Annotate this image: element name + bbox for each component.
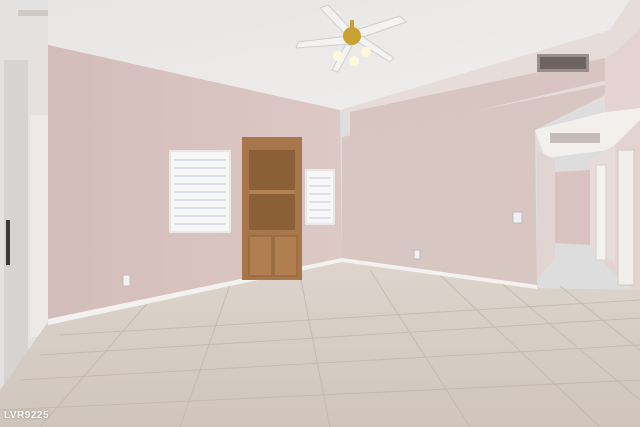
cabinet-shelf bbox=[249, 190, 295, 194]
hall-back-wall bbox=[555, 170, 590, 245]
photo-watermark: LVR9225 bbox=[4, 410, 50, 421]
outlet-left bbox=[122, 274, 131, 287]
hall-vent bbox=[550, 133, 600, 143]
curtain-rod bbox=[18, 10, 48, 16]
cabinet-door-right bbox=[273, 235, 298, 277]
hall-door-2 bbox=[595, 164, 607, 261]
light-switch bbox=[512, 211, 523, 224]
cabinet-door-left bbox=[248, 235, 273, 277]
outlet-back bbox=[413, 249, 421, 260]
room-photo bbox=[0, 0, 640, 427]
door-frame bbox=[30, 115, 48, 337]
hall-door bbox=[617, 149, 635, 286]
ceiling-vent-inner bbox=[540, 57, 586, 69]
hall-left-wall bbox=[537, 150, 555, 280]
door-handle bbox=[6, 220, 10, 265]
